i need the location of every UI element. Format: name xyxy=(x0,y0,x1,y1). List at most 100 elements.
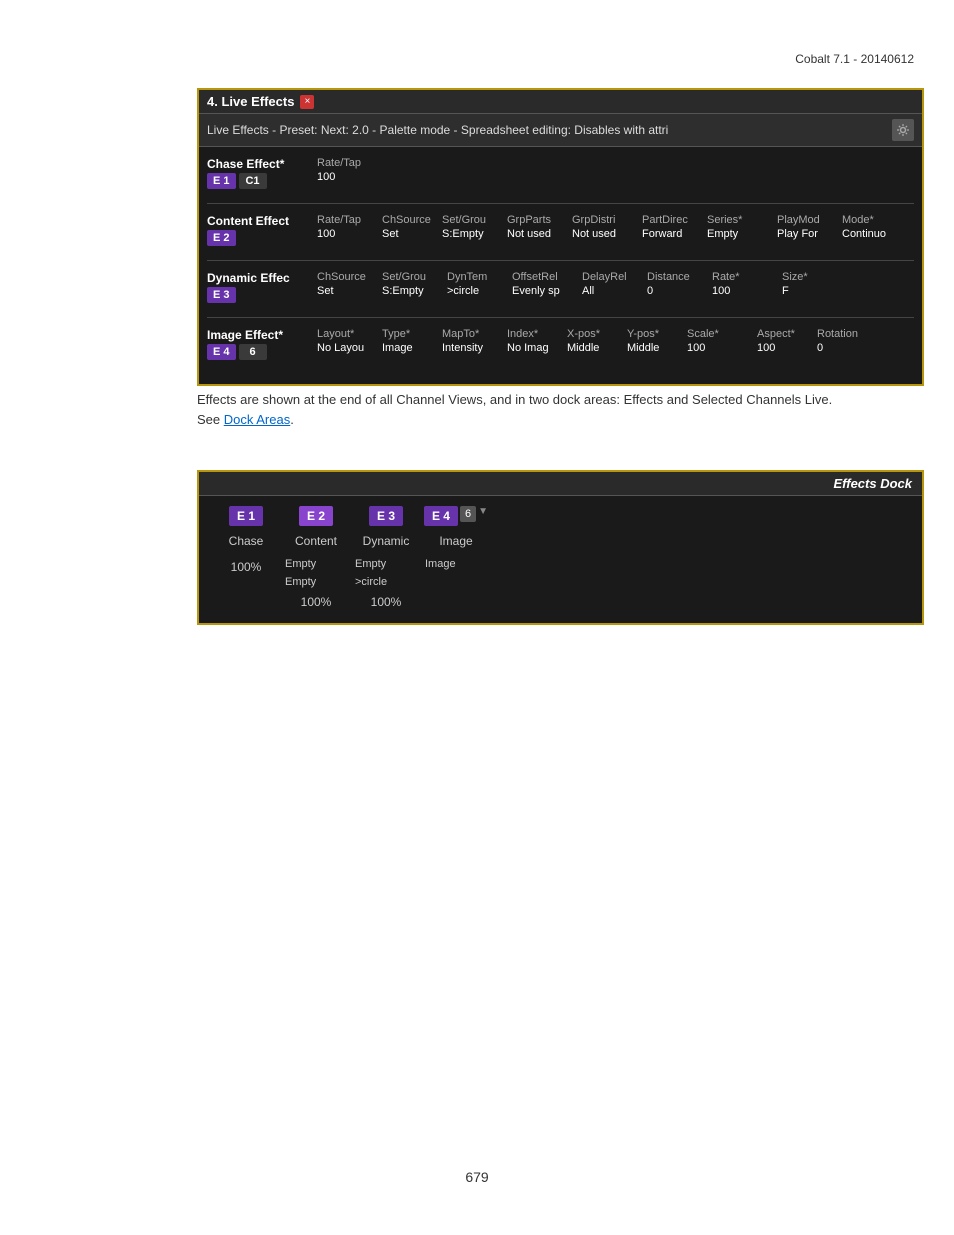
dock-badge-e3[interactable]: E 3 xyxy=(369,506,403,526)
info-bar: Live Effects - Preset: Next: 2.0 - Palet… xyxy=(199,114,922,147)
chase-header-ratetap: Rate/Tap xyxy=(317,157,387,169)
content-values: 100 Set S:Empty Not used Not used Forwar… xyxy=(317,228,914,240)
panel-title-bar: 4. Live Effects × xyxy=(199,90,922,114)
dynamic-data-col: ChSource Set/Grou DynTem OffsetRel Delay… xyxy=(317,271,914,297)
dv-set: Set xyxy=(317,285,382,297)
image-effect-name: Image Effect* xyxy=(207,328,317,342)
cv-forward: Forward xyxy=(642,228,707,240)
content-label-col: Content Effect E 2 xyxy=(207,214,317,246)
dock-title: Effects Dock xyxy=(833,476,912,491)
dynamic-values: Set S:Empty >circle Evenly sp All 0 100 … xyxy=(317,285,914,297)
ch-grpparts: GrpParts xyxy=(507,214,572,226)
dock-col-e2: E 2 Content Empty Empty 100% xyxy=(281,506,351,609)
dock-col-e3: E 3 Dynamic Empty >circle 100% xyxy=(351,506,421,609)
effects-dock-panel: Effects Dock E 1 Chase 100% E 2 Content … xyxy=(197,470,924,625)
dynamic-headers: ChSource Set/Grou DynTem OffsetRel Delay… xyxy=(317,271,914,283)
live-effects-panel: 4. Live Effects × Live Effects - Preset:… xyxy=(197,88,924,386)
dock-e3-sub2: >circle xyxy=(355,574,421,592)
dock-e4-sub: Image xyxy=(421,556,491,574)
dock-e2-badge-row: E 2 xyxy=(299,506,333,526)
dock-e3-type: Dynamic xyxy=(363,534,410,548)
dynamic-effect-row: Dynamic Effec E 3 ChSource Set/Grou DynT… xyxy=(207,271,914,303)
dock-col-e4: E 4 6 ▼ Image Image xyxy=(421,506,491,574)
ch-partdirec: PartDirec xyxy=(642,214,707,226)
image-values: No Layou Image Intensity No Imag Middle … xyxy=(317,342,914,354)
divider-1 xyxy=(207,203,914,204)
dock-e2-percent: 100% xyxy=(301,595,332,609)
ih-aspect: Aspect* xyxy=(757,328,817,340)
ih-index: Index* xyxy=(507,328,567,340)
period: . xyxy=(290,412,294,427)
dock-e3-sub1: Empty xyxy=(355,556,421,574)
dock-e1-percent: 100% xyxy=(231,560,262,574)
chase-value-100: 100 xyxy=(317,171,387,183)
dock-badge-e2[interactable]: E 2 xyxy=(299,506,333,526)
image-headers: Layout* Type* MapTo* Index* X-pos* Y-pos… xyxy=(317,328,914,340)
ih-layout: Layout* xyxy=(317,328,382,340)
dh-offsetrel: OffsetRel xyxy=(512,271,582,283)
iv-intensity: Intensity xyxy=(442,342,507,354)
chase-badge-c1[interactable]: C1 xyxy=(239,173,267,189)
chase-badge-e1[interactable]: E 1 xyxy=(207,173,236,189)
dv-sempty: S:Empty xyxy=(382,285,447,297)
dynamic-label-col: Dynamic Effec E 3 xyxy=(207,271,317,303)
dock-e2-type: Content xyxy=(295,534,337,548)
dock-e3-sub: Empty >circle xyxy=(351,556,421,591)
ch-series: Series* xyxy=(707,214,777,226)
chase-values: 100 xyxy=(317,171,914,183)
ch-playmod: PlayMod xyxy=(777,214,842,226)
close-button[interactable]: × xyxy=(300,95,314,109)
dock-e3-badge-row: E 3 xyxy=(369,506,403,526)
image-badge-e4[interactable]: E 4 xyxy=(207,344,236,360)
dv-0: 0 xyxy=(647,285,712,297)
dock-e4-type: Image xyxy=(439,534,472,548)
dh-delayrel: DelayRel xyxy=(582,271,647,283)
dock-areas-link[interactable]: Dock Areas xyxy=(224,412,290,427)
chase-data-col: Rate/Tap 100 xyxy=(317,157,914,183)
divider-2 xyxy=(207,260,914,261)
body-paragraph: Effects are shown at the end of all Chan… xyxy=(197,390,924,410)
dh-size: Size* xyxy=(782,271,852,283)
dh-chsource: ChSource xyxy=(317,271,382,283)
settings-icon[interactable] xyxy=(892,119,914,141)
dock-e4-number: 6 xyxy=(460,506,476,522)
dock-badge-e1[interactable]: E 1 xyxy=(229,506,263,526)
page-number: 679 xyxy=(0,1169,954,1185)
dynamic-badges: E 3 xyxy=(207,287,317,303)
dock-e4-badge-row: E 4 6 ▼ xyxy=(424,506,488,526)
dock-e1-badge-row: E 1 xyxy=(229,506,263,526)
ih-xpos: X-pos* xyxy=(567,328,627,340)
cv-playfor: Play For xyxy=(777,228,842,240)
iv-middle1: Middle xyxy=(567,342,627,354)
dock-badge-e4[interactable]: E 4 xyxy=(424,506,458,526)
dv-100: 100 xyxy=(712,285,782,297)
ch-chsource: ChSource xyxy=(382,214,442,226)
ih-scale: Scale* xyxy=(687,328,757,340)
content-badges: E 2 xyxy=(207,230,317,246)
chase-badges: E 1 C1 xyxy=(207,173,317,189)
image-badge-6[interactable]: 6 xyxy=(239,344,267,360)
version-text: Cobalt 7.1 - 20140612 xyxy=(795,52,914,66)
dh-distance: Distance xyxy=(647,271,712,283)
cv-sempty: S:Empty xyxy=(442,228,507,240)
chase-effect-name: Chase Effect* xyxy=(207,157,317,171)
divider-3 xyxy=(207,317,914,318)
dock-e3-percent: 100% xyxy=(371,595,402,609)
dock-e2-sub2: Empty xyxy=(285,574,351,592)
dock-content: E 1 Chase 100% E 2 Content Empty Empty 1… xyxy=(199,496,922,623)
dynamic-badge-e3[interactable]: E 3 xyxy=(207,287,236,303)
chase-headers: Rate/Tap xyxy=(317,157,914,169)
image-data-col: Layout* Type* MapTo* Index* X-pos* Y-pos… xyxy=(317,328,914,354)
content-badge-e2[interactable]: E 2 xyxy=(207,230,236,246)
body-text-area: Effects are shown at the end of all Chan… xyxy=(197,390,924,429)
iv-nolayou: No Layou xyxy=(317,342,382,354)
ch-setgrou: Set/Grou xyxy=(442,214,507,226)
dock-e4-sub1: Image xyxy=(425,556,491,574)
cv-set: Set xyxy=(382,228,442,240)
dh-dyntem: DynTem xyxy=(447,271,512,283)
content-effect-name: Content Effect xyxy=(207,214,317,228)
ch-ratetap: Rate/Tap xyxy=(317,214,382,226)
iv-100b: 100 xyxy=(757,342,817,354)
dock-e2-sub: Empty Empty xyxy=(281,556,351,591)
dh-rate: Rate* xyxy=(712,271,782,283)
